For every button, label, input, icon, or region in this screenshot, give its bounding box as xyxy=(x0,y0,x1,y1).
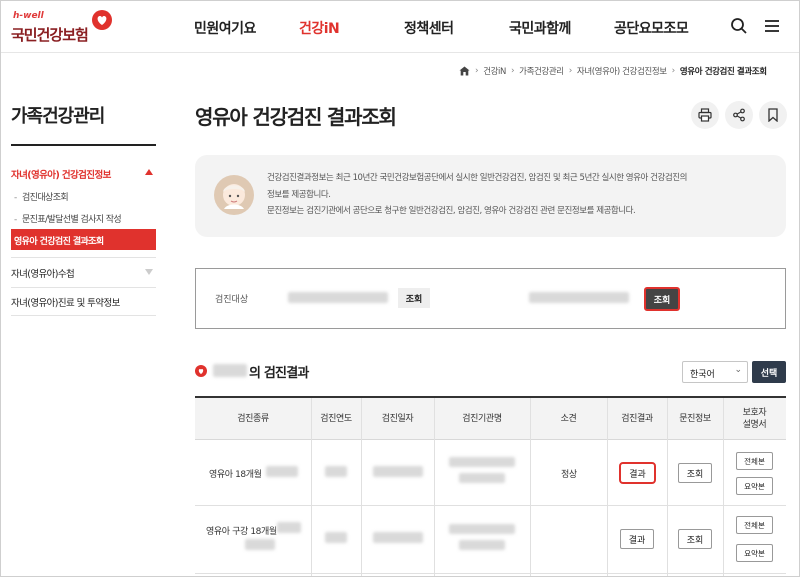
survey-lookup-button[interactable]: 조회 xyxy=(678,463,712,483)
page-title: 영유아 건강검진 결과조회 xyxy=(195,105,397,129)
sidebar-title-divider xyxy=(11,144,156,146)
lookup-button-1[interactable]: 조회 xyxy=(398,288,430,308)
bookmark-button[interactable] xyxy=(759,101,787,129)
opinion: 정상 xyxy=(561,470,577,480)
info-notice-box: 건강검진결과정보는 최근 10년간 국민건강보험공단에서 실시한 일반건강검진,… xyxy=(195,155,786,237)
survey-lookup-button[interactable]: 조회 xyxy=(678,529,712,549)
sidebar-section-checkup-info[interactable]: 자녀(영유아) 건강검진정보 xyxy=(11,167,111,181)
heart-logo-icon xyxy=(92,10,112,30)
search-icon[interactable] xyxy=(730,17,748,35)
info-notice-text: 건강검진결과정보는 최근 10년간 국민건강보험공단에서 실시한 일반건강검진,… xyxy=(267,173,688,216)
col-header: 보호자 설명서 xyxy=(742,408,767,430)
top-header: h-well 국민건강보험 민원여기요 건강iN 정책센터 국민과함께 공단요모… xyxy=(1,1,799,53)
blurred-cell xyxy=(459,473,505,483)
guide-summary-button[interactable]: 요약본 xyxy=(736,544,773,562)
chevron-right-icon: › xyxy=(568,66,573,76)
home-icon[interactable] xyxy=(459,66,470,76)
bookmark-icon xyxy=(768,108,778,122)
breadcrumb-item[interactable]: 건강iN xyxy=(483,65,506,77)
result-button[interactable]: 결과 xyxy=(619,462,656,484)
chevron-right-icon: › xyxy=(671,66,676,76)
table-row: 영유아 구강 18개월 결과 조회 전체본 요약본 xyxy=(195,506,786,574)
blurred-cell xyxy=(266,466,298,477)
blurred-cell xyxy=(325,466,347,477)
blurred-cell xyxy=(449,457,515,467)
nav-item-policy[interactable]: 정책센터 xyxy=(404,18,454,38)
table-row: 영유아 18개월 정상 결과 조회 전체본 요약본 xyxy=(195,440,786,506)
language-select[interactable]: 한국어 ⌄ xyxy=(682,361,748,383)
blurred-cell xyxy=(449,524,515,534)
nav-item-health-in[interactable]: 건강iN xyxy=(299,18,340,38)
chevron-right-icon: › xyxy=(510,66,515,76)
col-header: 문진정보 xyxy=(679,414,711,424)
nav-item-with-citizens[interactable]: 국민과함께 xyxy=(509,18,571,38)
blurred-name xyxy=(529,292,629,303)
sidebar-item-target-lookup[interactable]: - 검진대상조회 xyxy=(14,190,69,203)
sidebar-divider xyxy=(11,257,156,258)
logo-en: h-well xyxy=(13,11,44,21)
results-table: 검진종류 검진연도 검진일자 검진기관명 소견 검진결과 문진정보 보호자 설명… xyxy=(195,396,786,576)
search-label: 검진대상 xyxy=(215,295,249,305)
sidebar-title: 가족건강관리 xyxy=(11,106,105,127)
chevron-right-icon: › xyxy=(475,66,479,76)
baby-avatar-icon xyxy=(214,175,254,215)
blurred-cell xyxy=(373,532,423,543)
printer-icon xyxy=(698,108,712,122)
blurred-cell xyxy=(245,539,275,550)
guide-summary-button[interactable]: 요약본 xyxy=(736,477,773,495)
col-header: 검진기관명 xyxy=(462,414,502,424)
col-header: 소견 xyxy=(560,414,577,424)
col-header: 검진연도 xyxy=(320,414,352,424)
guide-full-button[interactable]: 전체본 xyxy=(736,516,773,534)
checkup-target-search: 검진대상 조회 조회 xyxy=(195,268,786,329)
col-header: 검진결과 xyxy=(621,414,653,424)
print-button[interactable] xyxy=(691,101,719,129)
blurred-cell xyxy=(325,532,347,543)
caret-up-icon[interactable] xyxy=(145,169,153,175)
breadcrumb-item[interactable]: 자녀(영유아) 건강검진정보 xyxy=(577,65,667,77)
logo-ko: 국민건강보험 xyxy=(11,26,89,44)
share-icon xyxy=(733,108,745,122)
guide-full-button[interactable]: 전체본 xyxy=(736,452,773,470)
sidebar-item-result-lookup[interactable]: 영유아 건강검진 결과조회 xyxy=(11,229,156,250)
language-select-button[interactable]: 선택 xyxy=(752,361,786,383)
sidebar-section-treatment[interactable]: 자녀(영유아)진료 및 투약정보 xyxy=(11,295,120,309)
results-title: 의 검진결과 xyxy=(249,366,309,381)
breadcrumb-item[interactable]: 가족건강관리 xyxy=(519,65,564,77)
sidebar-section-handbook[interactable]: 자녀(영유아)수첩 xyxy=(11,266,75,280)
blurred-cell xyxy=(459,540,505,550)
result-button[interactable]: 결과 xyxy=(620,529,654,549)
sidebar-divider xyxy=(11,287,156,288)
blurred-cell xyxy=(373,466,423,477)
share-button[interactable] xyxy=(725,101,753,129)
caret-down-icon[interactable] xyxy=(145,269,153,275)
blurred-child-name xyxy=(213,364,247,377)
breadcrumb-current: 영유아 건강검진 결과조회 xyxy=(679,67,767,77)
heart-bullet-icon xyxy=(195,365,207,377)
blurred-name xyxy=(288,292,388,303)
breadcrumb: › 건강iN › 가족건강관리 › 자녀(영유아) 건강검진정보 › 영유아 건… xyxy=(459,64,767,78)
nav-item-about[interactable]: 공단요모조모 xyxy=(614,18,689,38)
col-header: 검진종류 xyxy=(237,414,269,424)
nhis-logo[interactable]: h-well 국민건강보험 xyxy=(11,9,112,45)
table-header: 검진종류 검진연도 검진일자 검진기관명 소견 검진결과 문진정보 보호자 설명… xyxy=(195,398,786,440)
page: h-well 국민건강보험 민원여기요 건강iN 정책센터 국민과함께 공단요모… xyxy=(0,0,800,577)
nav-item-minwon[interactable]: 민원여기요 xyxy=(194,18,256,38)
checkup-type: 영유아 18개월 xyxy=(209,470,262,480)
checkup-type: 영유아 구강 18개월 xyxy=(206,527,277,537)
menu-icon[interactable] xyxy=(763,17,781,35)
col-header: 검진일자 xyxy=(381,414,414,424)
chevron-down-icon: ⌄ xyxy=(734,365,742,375)
sidebar-item-questionnaire[interactable]: - 문진표/발달선별 검사지 작성 xyxy=(14,212,122,225)
lookup-button-2[interactable]: 조회 xyxy=(644,287,680,311)
blurred-cell xyxy=(277,522,301,533)
sidebar-divider xyxy=(11,315,156,316)
